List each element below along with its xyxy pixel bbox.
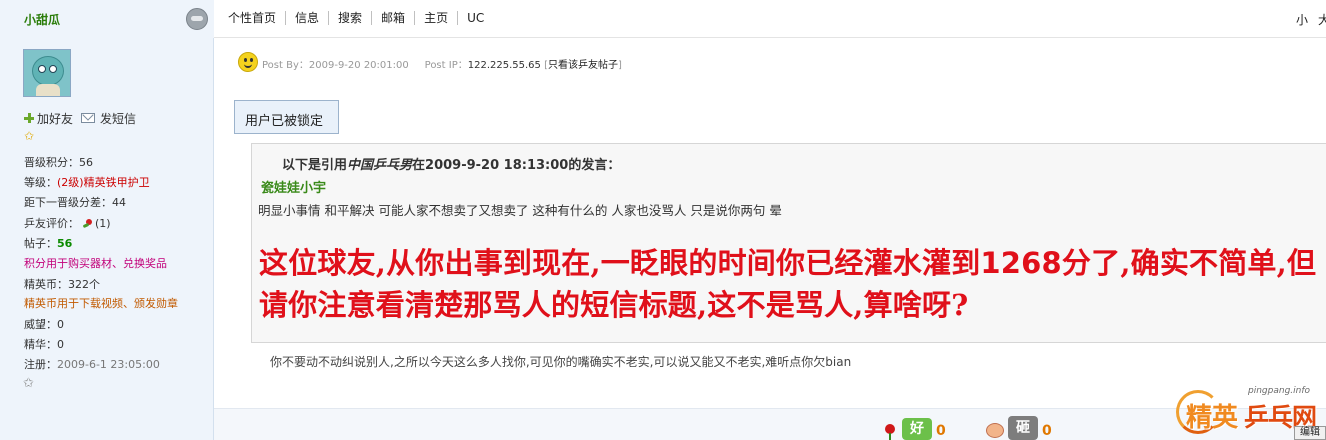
bad-vote-count: 0	[1042, 423, 1052, 439]
nav-uc[interactable]: UC	[457, 11, 493, 25]
nav-links: 个性首页 信息 搜索 邮箱 主页 UC	[228, 11, 493, 25]
nav-search[interactable]: 搜索	[328, 11, 371, 25]
font-size-switch: 小大	[1296, 11, 1326, 28]
add-friend-link[interactable]: 加好友	[37, 110, 73, 127]
watermark-url: pingpang.info	[1248, 386, 1311, 396]
user-actions: 加好友 发短信	[24, 110, 136, 126]
user-rating: 乒友评价： (1)	[24, 217, 111, 230]
essence: 精华：0	[24, 338, 64, 351]
edit-button[interactable]: 编辑	[1294, 426, 1326, 440]
good-vote-count: 0	[936, 423, 946, 439]
quote-author[interactable]: 中国乒乓男	[347, 158, 412, 173]
registered-date: 注册：2009-6-1 23:05:00	[24, 358, 160, 371]
level-points: 晋级积分：56	[24, 156, 93, 169]
user-status-icon	[186, 8, 208, 30]
post-count: 帖子：56	[24, 237, 73, 250]
font-large-button[interactable]: 大	[1318, 13, 1326, 27]
rank: 等级：(2级)精英铁甲护卫	[24, 176, 150, 189]
elite-coins: 精英币：322个	[24, 278, 100, 291]
highlighted-reply: 这位球友,从你出事到现在,一眨眼的时间你已经灌水灌到1268分了,确实不简单,但…	[259, 246, 1317, 322]
bad-vote-button[interactable]: 砸	[1008, 416, 1038, 440]
prestige: 威望：0	[24, 318, 64, 331]
post-ip: 122.225.55.65	[467, 60, 541, 71]
nav-homepage[interactable]: 主页	[414, 11, 457, 25]
only-this-user-link[interactable]: 只看该乒友帖子	[548, 60, 618, 71]
username-bar: 小甜瓜	[0, 0, 214, 38]
smiley-icon	[238, 52, 258, 72]
points-usage-link[interactable]: 积分用于购买器材、兑换奖品	[24, 257, 167, 271]
star-icon: ✩	[24, 129, 35, 143]
user-info-sidebar: 小甜瓜 加好友 发短信 ✩ 晋级积分：56 等级：(2级)精英铁甲护卫 距下一晋…	[0, 0, 214, 440]
good-vote-button[interactable]: 好	[902, 418, 932, 440]
star-outline-icon: ✩	[23, 376, 34, 391]
flower-icon	[83, 219, 93, 229]
quote-text: 明显小事情 和平解决 可能人家不想卖了又想卖了 这种有什么的 人家也没骂人 只是…	[258, 203, 782, 218]
quote-block: 以下是引用中国乒乓男在2009-9-20 18:13:00的发言： 瓷娃娃小宇 …	[251, 143, 1326, 343]
post-time: 2009-9-20 20:01:00	[308, 60, 409, 71]
plus-icon	[24, 113, 34, 123]
nav-messages[interactable]: 信息	[285, 11, 328, 25]
post-footer-bar	[214, 408, 1326, 440]
mail-icon	[81, 113, 96, 123]
font-small-button[interactable]: 小	[1296, 13, 1308, 27]
reply-text: 你不要动不动纠说别人,之所以今天这么多人找你,可见你的嘴确实不老实,可以说又能又…	[270, 355, 852, 369]
next-level-diff: 距下一晋级分差：44	[24, 196, 126, 209]
username[interactable]: 小甜瓜	[24, 11, 60, 28]
quote-user-name: 瓷娃娃小宇	[261, 181, 327, 196]
top-navigation: 个性首页 信息 搜索 邮箱 主页 UC 小大	[214, 0, 1326, 38]
nav-mailbox[interactable]: 邮箱	[371, 11, 414, 25]
nav-home[interactable]: 个性首页	[228, 11, 285, 25]
user-locked-notice: 用户已被锁定	[234, 100, 339, 134]
forum-post-page: 小甜瓜 加好友 发短信 ✩ 晋级积分：56 等级：(2级)精英铁甲护卫 距下一晋…	[0, 0, 1326, 440]
post-meta: Post By：2009-9-20 20:01:00 Post IP：122.2…	[262, 60, 622, 71]
quote-header: 以下是引用中国乒乓男在2009-9-20 18:13:00的发言：	[282, 158, 621, 173]
coins-usage-link[interactable]: 精英币用于下载视频、颁发勋章	[24, 297, 178, 311]
pig-icon	[986, 423, 1004, 438]
send-message-link[interactable]: 发短信	[100, 110, 136, 127]
rose-icon	[882, 423, 898, 440]
avatar[interactable]	[23, 49, 71, 97]
